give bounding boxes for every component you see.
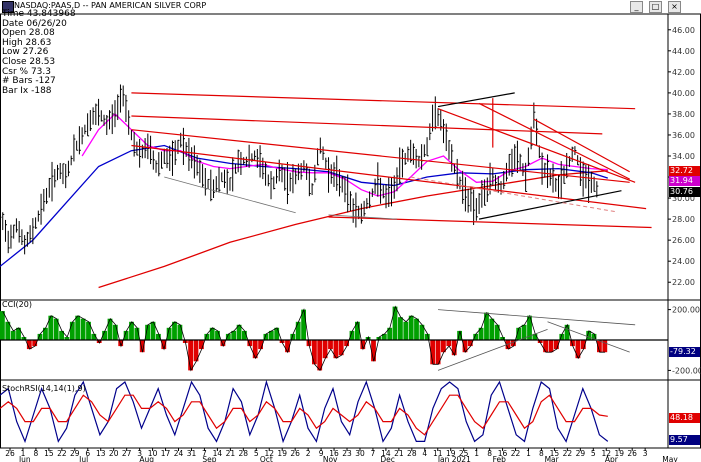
x-tick-label: 8 — [539, 449, 544, 458]
minimize-button[interactable]: _ — [630, 1, 643, 13]
x-tick-label: 8 — [487, 449, 492, 458]
x-tick-label: 22 — [57, 449, 67, 458]
stoch-red-tag: 48.18 — [669, 413, 700, 423]
price-tag-blue: 31.94 — [669, 176, 700, 186]
cci-bar — [392, 306, 398, 340]
cci-bar — [403, 321, 409, 340]
cci-bar — [564, 324, 570, 340]
price-ytick-label: 24.00 — [672, 257, 695, 266]
info-barix: Bar Ix -188 — [2, 85, 52, 96]
price-ytick-label: 26.00 — [672, 236, 695, 245]
x-tick-label: 15 — [44, 449, 54, 458]
chart-canvas: 46.0044.0042.0040.0038.0036.0034.0032.00… — [0, 13, 701, 462]
cci-ytick-label: -200.00 — [672, 366, 701, 375]
cci-bar — [274, 327, 280, 340]
cci-bar — [424, 333, 430, 340]
x-tick-label: 5 — [591, 449, 596, 458]
cci-bar — [107, 318, 113, 340]
plot-frame — [0, 13, 701, 449]
x-month-label: Jan 2021 — [437, 455, 471, 462]
cci-bar — [489, 318, 495, 340]
cci-bar — [0, 311, 5, 340]
x-month-label: Apr — [605, 455, 619, 462]
x-tick-label: 30 — [355, 449, 365, 458]
x-tick-label: 17 — [161, 449, 171, 458]
price-ytick-label: 40.00 — [672, 89, 695, 98]
x-tick-label: 24 — [174, 449, 184, 458]
price-ytick-label: 42.00 — [672, 68, 695, 77]
x-tick-label: 28 — [407, 449, 417, 458]
x-tick-label: 4 — [422, 449, 427, 458]
cci-value-tag: -79.32 — [669, 347, 700, 357]
stoch-blue-tag: 9.57 — [669, 435, 700, 445]
cci-bar — [75, 315, 81, 340]
x-tick-label: 1 — [526, 449, 531, 458]
x-month-label: Aug — [139, 455, 154, 462]
x-month-label: May — [662, 455, 678, 462]
x-month-label: Dec — [380, 455, 395, 462]
cci-bar — [548, 340, 554, 353]
x-tick-label: 27 — [122, 449, 132, 458]
x-month-label: Mar — [545, 455, 560, 462]
x-month-label: Oct — [260, 455, 273, 462]
x-tick-label: 26 — [5, 449, 15, 458]
x-tick-label: 22 — [511, 449, 521, 458]
cci-bar — [317, 340, 323, 371]
cci-bar — [484, 312, 489, 340]
x-tick-label: 23 — [342, 449, 352, 458]
x-month-label: Jun — [18, 455, 31, 462]
x-month-label: Jul — [78, 455, 88, 462]
cci-bar — [295, 321, 301, 340]
price-ytick-label: 22.00 — [672, 278, 695, 287]
cci-bar — [112, 324, 118, 340]
price-ytick-label: 28.00 — [672, 215, 695, 224]
x-tick-label: 1 — [474, 449, 479, 458]
maximize-button[interactable]: □ — [649, 1, 662, 13]
price-ytick-label: 36.00 — [672, 131, 695, 140]
x-tick-label: 21 — [394, 449, 404, 458]
cci-panel-label: CCI(20) — [2, 300, 32, 309]
cci-bar — [543, 340, 548, 353]
x-month-label: Sep — [202, 455, 216, 462]
x-tick-label: 22 — [563, 449, 573, 458]
cci-bar — [602, 340, 608, 353]
x-tick-label: 7 — [371, 449, 376, 458]
cci-ytick-label: 200.00 — [672, 306, 700, 315]
price-ytick-label: 34.00 — [672, 152, 695, 161]
x-tick-label: 26 — [290, 449, 300, 458]
price-tag-black: 30.76 — [669, 187, 700, 197]
cci-bar — [177, 324, 183, 340]
cci-bar — [408, 315, 414, 340]
cci-bar — [69, 321, 75, 340]
x-tick-label: 31 — [187, 449, 197, 458]
cci-bar — [188, 340, 193, 371]
price-ytick-label: 38.00 — [672, 110, 695, 119]
x-tick-label: 20 — [109, 449, 119, 458]
cci-bar — [398, 317, 403, 340]
price-tag-red: 32.72 — [669, 166, 700, 176]
x-tick-label: 3 — [643, 449, 648, 458]
x-tick-label: 5 — [254, 449, 259, 458]
info-panel: Time 43.843968 Date 06/26/20 Open 28.08 … — [2, 9, 76, 96]
price-ytick-label: 44.00 — [672, 47, 695, 56]
price-ytick-label: 46.00 — [672, 26, 695, 35]
x-tick-label: 28 — [239, 449, 249, 458]
cci-bar — [328, 340, 333, 350]
x-tick-label: 13 — [96, 449, 106, 458]
cci-bar — [414, 318, 419, 340]
x-tick-label: 21 — [226, 449, 236, 458]
close-button[interactable]: × — [668, 1, 681, 13]
x-month-label: Nov — [323, 455, 338, 462]
x-tick-label: 2 — [306, 449, 311, 458]
stoch-panel-label: StochRSI(14,14(1),9) — [2, 384, 86, 393]
cci-bar — [446, 340, 452, 347]
x-tick-label: 29 — [576, 449, 586, 458]
x-month-label: Feb — [493, 455, 507, 462]
x-tick-label: 8 — [34, 449, 39, 458]
x-tick-label: 19 — [277, 449, 287, 458]
cci-bar — [10, 330, 16, 340]
x-tick-label: 26 — [627, 449, 637, 458]
cci-bar — [80, 318, 86, 340]
cci-bar — [312, 340, 317, 365]
